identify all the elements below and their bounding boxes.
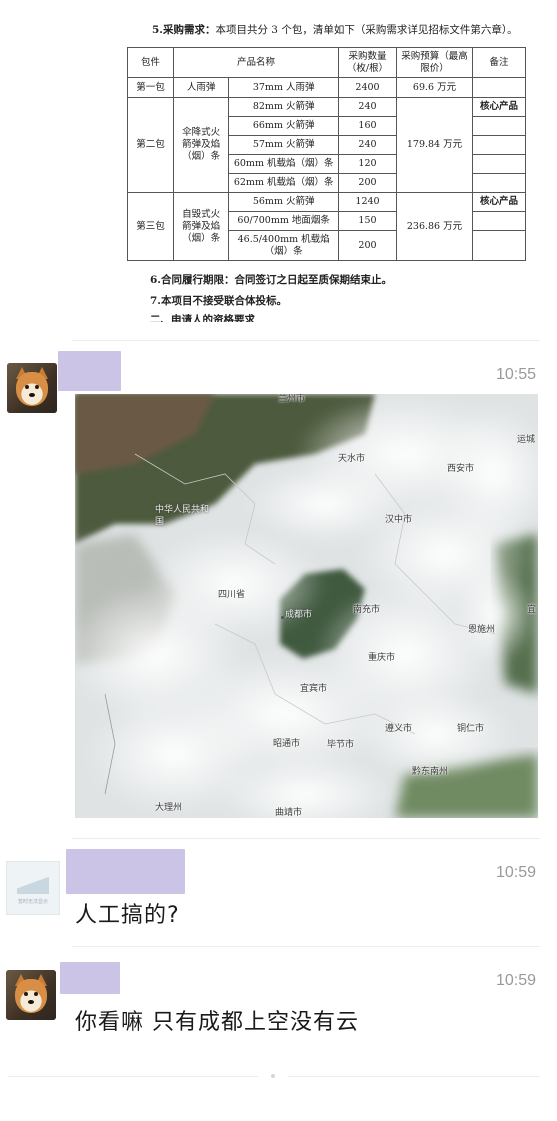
table-header: 包件 bbox=[127, 47, 174, 78]
city-label: 大理州 bbox=[155, 803, 183, 813]
message-time: 10:59 bbox=[496, 972, 537, 989]
divider bbox=[72, 946, 540, 947]
table-cell bbox=[472, 135, 526, 155]
table-row: 第一包 人雨弹 37mm 人雨弹 2400 69.6 万元 bbox=[127, 77, 526, 98]
consortium-note: 7.本项目不接受联合体投标。 bbox=[150, 295, 287, 307]
procurement-table: 包件 产品名称 采购数量（枚/根） 采购预算（最高限价） 备注 第一包 人雨弹 … bbox=[127, 47, 526, 261]
table-cell bbox=[472, 154, 526, 174]
table-cell: 46.5/400mm 机载焰（烟）条 bbox=[228, 230, 339, 261]
redacted-username bbox=[66, 849, 185, 894]
table-cell: 2400 bbox=[338, 77, 397, 98]
city-label: 兰州市 bbox=[278, 394, 306, 404]
table-cell: 240 bbox=[338, 135, 397, 155]
city-label: 宜 bbox=[527, 605, 537, 615]
avatar[interactable] bbox=[7, 363, 57, 413]
message-text: 你看嘛 只有成都上空没有云 bbox=[75, 1010, 359, 1035]
table-header: 产品名称 bbox=[173, 47, 339, 78]
avatar[interactable] bbox=[6, 970, 56, 1020]
city-label: 曲靖市 bbox=[275, 808, 303, 818]
table-cell: 150 bbox=[338, 211, 397, 231]
city-label: 恩施州 bbox=[468, 625, 496, 635]
table-cell: 200 bbox=[338, 230, 397, 261]
avatar[interactable]: 暂时无法显示 bbox=[6, 861, 60, 915]
satellite-cloud-map bbox=[75, 394, 538, 818]
satellite-image[interactable]: 兰州市 天水市 西安市 运城 中华人民共和国 汉中市 四川省 成都市 南充市 重… bbox=[75, 394, 538, 818]
procurement-heading: 5.采购需求：本项目共分 3 个包，清单如下（采购需求详见招标文件第六章）。 bbox=[152, 24, 518, 36]
table-cell: 人雨弹 bbox=[172, 77, 230, 98]
city-label: 毕节市 bbox=[327, 740, 355, 750]
city-dot bbox=[281, 616, 284, 619]
contract-term-note: 6.合同履行期限：合同签订之日起至质保期结束止。 bbox=[150, 274, 392, 286]
table-header: 备注 bbox=[472, 47, 526, 78]
table-cell bbox=[472, 116, 526, 136]
table-cell: 62mm 机载焰（烟）条 bbox=[228, 173, 339, 193]
shiba-dog-icon bbox=[7, 363, 57, 413]
avatar-caption: 暂时无法显示 bbox=[17, 899, 48, 905]
city-label: 汉中市 bbox=[385, 515, 413, 525]
table-row: 第二包 伞降式火箭弹及焰（烟）条 82mm 火箭弹 240 179.84 万元 … bbox=[127, 97, 526, 193]
table-cell: 240 bbox=[338, 97, 397, 117]
message-time: 10:59 bbox=[496, 864, 537, 881]
table-cell: 160 bbox=[338, 116, 397, 136]
table-cell: 56mm 火箭弹 bbox=[228, 192, 339, 212]
city-label: 昭通市 bbox=[273, 739, 301, 749]
footer-divider bbox=[288, 1076, 540, 1077]
table-cell: 120 bbox=[338, 154, 397, 174]
table-cell: 200 bbox=[338, 173, 397, 193]
table-cell: 第一包 bbox=[127, 77, 174, 98]
city-label: 黔东南州 bbox=[412, 767, 449, 777]
table-cell: 179.84 万元 bbox=[396, 97, 473, 193]
table-cell: 核心产品 bbox=[472, 192, 526, 212]
redacted-username bbox=[58, 351, 121, 391]
table-cell: 1240 bbox=[338, 192, 397, 212]
city-label: 宜宾市 bbox=[300, 684, 328, 694]
table-header-row: 包件 产品名称 采购数量（枚/根） 采购预算（最高限价） 备注 bbox=[127, 47, 526, 78]
table-header: 采购数量（枚/根） bbox=[338, 47, 397, 78]
table-cell bbox=[472, 211, 526, 231]
table-cell: 57mm 火箭弹 bbox=[228, 135, 339, 155]
table-cell bbox=[472, 77, 526, 98]
city-label: 重庆市 bbox=[368, 653, 396, 663]
table-cell: 37mm 人雨弹 bbox=[228, 77, 339, 98]
city-label: 遵义市 bbox=[385, 724, 413, 734]
table-cell: 236.86 万元 bbox=[396, 192, 473, 261]
city-label: 中华人民共和国 bbox=[155, 505, 210, 527]
table-cell: 第三包 bbox=[127, 192, 174, 261]
shiba-dog-icon bbox=[6, 970, 56, 1020]
table-cell: 82mm 火箭弹 bbox=[228, 97, 339, 117]
message-time: 10:55 bbox=[496, 366, 537, 383]
cut-off-heading: 二、申请人的资格要求 bbox=[150, 314, 255, 322]
city-label: 南充市 bbox=[353, 605, 381, 615]
city-label: 天水市 bbox=[338, 454, 366, 464]
city-label: 运城 bbox=[517, 435, 536, 445]
image-placeholder-icon: 暂时无法显示 bbox=[6, 861, 60, 915]
table-cell: 69.6 万元 bbox=[396, 77, 473, 98]
redacted-username bbox=[60, 962, 120, 994]
table-header: 采购预算（最高限价） bbox=[396, 47, 473, 78]
table-cell bbox=[472, 173, 526, 193]
city-label: 成都市 bbox=[285, 610, 313, 620]
divider bbox=[72, 340, 540, 341]
table-cell: 第二包 bbox=[127, 97, 174, 193]
table-cell: 60/700mm 地面烟条 bbox=[228, 211, 339, 231]
divider bbox=[72, 838, 540, 839]
document-screenshot: 5.采购需求：本项目共分 3 个包，清单如下（采购需求详见招标文件第六章）。 包… bbox=[0, 0, 557, 322]
city-label: 铜仁市 bbox=[457, 724, 485, 734]
city-label: 西安市 bbox=[447, 464, 475, 474]
table-cell: 60mm 机载焰（烟）条 bbox=[228, 154, 339, 174]
table-cell: 66mm 火箭弹 bbox=[228, 116, 339, 136]
table-row: 第三包 自毁式火箭弹及焰（烟）条 56mm 火箭弹 1240 236.86 万元… bbox=[127, 192, 526, 261]
table-cell bbox=[472, 230, 526, 261]
footer-dot bbox=[271, 1074, 275, 1078]
table-cell: 核心产品 bbox=[472, 97, 526, 117]
footer-divider bbox=[8, 1076, 258, 1077]
city-label: 四川省 bbox=[218, 590, 246, 600]
table-cell: 自毁式火箭弹及焰（烟）条 bbox=[172, 192, 230, 261]
message-text: 人工搞的? bbox=[75, 903, 180, 928]
table-cell: 伞降式火箭弹及焰（烟）条 bbox=[172, 97, 230, 193]
